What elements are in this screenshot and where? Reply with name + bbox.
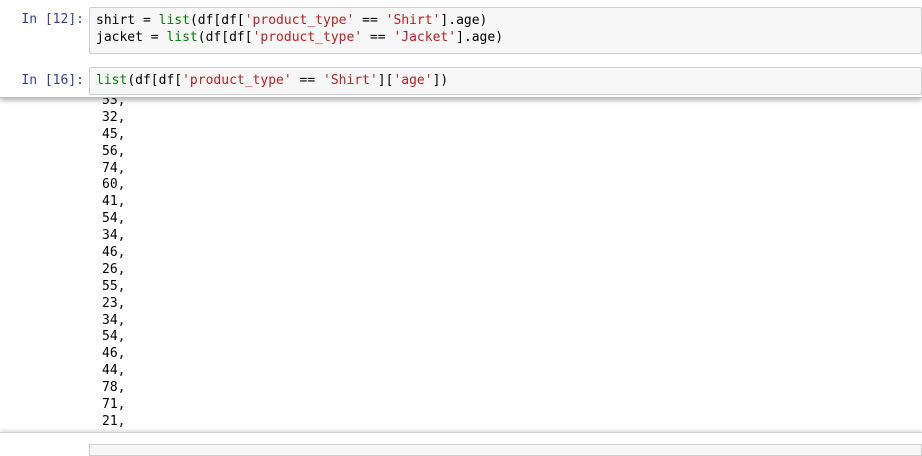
output-line: 44, <box>102 363 126 379</box>
code-line: shirt = list(df[df['product_type' == 'Sh… <box>96 13 488 28</box>
output-line: 32, <box>102 109 126 125</box>
output-line: 56, <box>102 143 126 159</box>
output-line: 74, <box>102 160 126 176</box>
output-line: 21, <box>102 413 126 429</box>
output-line: 55, <box>102 278 126 294</box>
output-line: 23, <box>102 295 126 311</box>
input-prompt: In [12]: <box>21 12 84 27</box>
output-line: 54, <box>102 329 126 345</box>
output-line: 60, <box>102 177 126 193</box>
output-line: 41, <box>102 194 126 210</box>
output-line: 71, <box>102 397 126 413</box>
output-line: 54, <box>102 211 126 227</box>
code-input[interactable]: shirt = list(df[df['product_type' == 'Sh… <box>89 7 922 54</box>
output-line: 34, <box>102 228 126 244</box>
code-input[interactable]: list(df[df['product_type' == 'Shirt']['a… <box>89 67 922 95</box>
code-cell-12[interactable]: In [12]: shirt = list(df[df['product_typ… <box>0 0 922 60</box>
input-prompt: In [16]: <box>21 73 84 88</box>
output-line: 46, <box>102 245 126 261</box>
output-line: 26, <box>102 261 126 277</box>
code-line: list(df[df['product_type' == 'Shirt']['a… <box>96 73 449 88</box>
output-line: 46, <box>102 346 126 362</box>
cell-output: 53, 32, 45, 56, 74, 60, 41, 54, 34, 46, … <box>89 92 389 432</box>
output-line: 34, <box>102 312 126 328</box>
next-cell-input[interactable] <box>89 444 922 456</box>
output-line: 45, <box>102 126 126 142</box>
code-cell-16[interactable]: In [16]: list(df[df['product_type' == 'S… <box>0 62 922 98</box>
output-line: 78, <box>102 380 126 396</box>
code-line: jacket = list(df[df['product_type' == 'J… <box>96 30 504 45</box>
